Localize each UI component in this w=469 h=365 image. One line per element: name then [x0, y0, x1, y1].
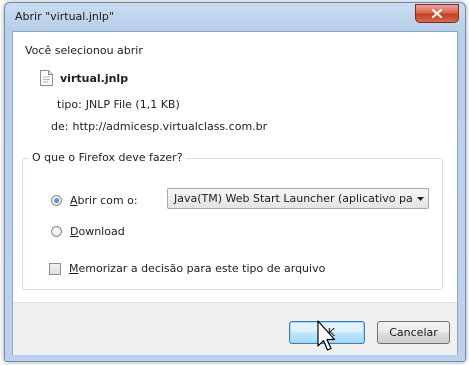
title-bar[interactable]: Abrir "virtual.jnlp"	[5, 3, 465, 31]
dropdown-arrow-icon[interactable]	[412, 196, 428, 201]
mouse-pointer-icon	[317, 320, 336, 351]
open-with-radio[interactable]	[51, 195, 62, 206]
action-group-legend: O que o Firefox deve fazer?	[29, 151, 186, 164]
button-bar: OK Cancelar	[13, 302, 457, 355]
download-radio[interactable]	[51, 226, 62, 237]
download-option[interactable]: Download	[51, 225, 125, 238]
file-type-row: tipo: JNLP File (1,1 KB)	[57, 98, 180, 111]
file-source-label: de:	[51, 120, 69, 133]
remember-checkbox[interactable]	[49, 262, 61, 275]
application-select-value: Java(TM) Web Start Launcher (aplicativo …	[174, 192, 412, 205]
cancel-button[interactable]: Cancelar	[377, 321, 450, 344]
file-icon	[40, 70, 53, 86]
file-source-value: http://admicesp.virtualclass.com.br	[72, 120, 268, 133]
file-type-label: tipo:	[57, 98, 82, 111]
file-source-row: de: http://admicesp.virtualclass.com.br	[51, 120, 267, 133]
intro-text: Você selecionou abrir	[25, 44, 143, 57]
file-type-value: JNLP File (1,1 KB)	[85, 98, 180, 111]
download-label[interactable]: Download	[70, 225, 125, 238]
open-with-label[interactable]: Abrir com o:	[70, 194, 138, 207]
dialog-title: Abrir "virtual.jnlp"	[15, 10, 114, 23]
open-file-dialog: Abrir "virtual.jnlp" Você selecionou abr…	[4, 2, 466, 362]
remember-option[interactable]: Memorizar a decisão para este tipo de ar…	[49, 262, 325, 275]
close-button[interactable]	[415, 4, 459, 23]
open-with-option[interactable]: Abrir com o:	[51, 194, 138, 207]
file-row: virtual.jnlp	[40, 70, 128, 86]
content-area: Você selecionou abrir virtual.jnlp tipo:…	[13, 32, 457, 302]
close-icon	[432, 9, 442, 18]
file-name: virtual.jnlp	[60, 71, 129, 85]
dialog-body: Você selecionou abrir virtual.jnlp tipo:…	[12, 31, 458, 355]
application-select[interactable]: Java(TM) Web Start Launcher (aplicativo …	[167, 188, 429, 209]
remember-label[interactable]: Memorizar a decisão para este tipo de ar…	[69, 262, 325, 275]
